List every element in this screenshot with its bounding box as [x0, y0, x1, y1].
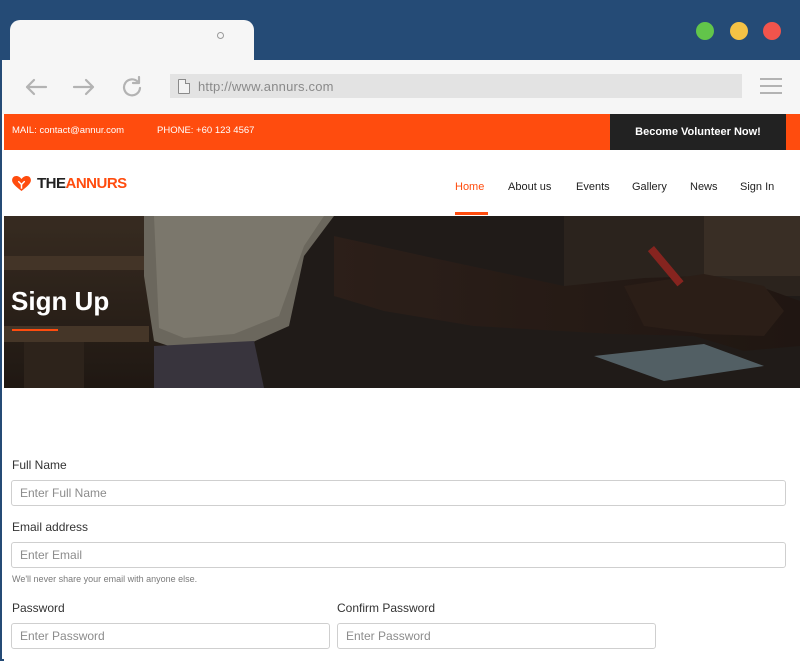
hamburger-menu-icon[interactable] [760, 78, 782, 94]
browser-titlebar [2, 0, 800, 60]
page-title: Sign Up [11, 286, 110, 316]
hero-banner: Sign Up [4, 216, 800, 388]
nav-item-events[interactable]: Events [576, 181, 610, 193]
contact-phone: PHONE: +60 123 4567 [157, 125, 255, 136]
address-url[interactable]: http://www.annurs.com [198, 79, 334, 94]
window-close-button[interactable] [763, 22, 781, 40]
active-nav-indicator [455, 212, 488, 215]
address-bar[interactable]: http://www.annurs.com [170, 74, 742, 98]
full-name-field[interactable] [11, 480, 786, 506]
contact-email: MAIL: contact@annur.com [12, 125, 125, 136]
main-nav: Home About us Events Gallery News Sign I… [4, 150, 800, 216]
title-underline [12, 329, 58, 331]
email-label: Email address [12, 520, 89, 534]
page-icon [178, 78, 190, 94]
arrow-right-icon[interactable] [71, 74, 97, 100]
contact-bar: MAIL: contact@annur.com PHONE: +60 123 4… [4, 114, 800, 150]
browser-toolbar: http://www.annurs.com [2, 60, 800, 114]
password-field[interactable] [11, 623, 330, 649]
become-volunteer-button[interactable]: Become Volunteer Now! [610, 114, 786, 150]
nav-item-sign-in[interactable]: Sign In [740, 181, 774, 193]
reload-icon[interactable] [119, 74, 145, 100]
password-label: Password [12, 601, 65, 615]
tab-close-dot-icon[interactable] [217, 32, 224, 39]
email-field[interactable] [11, 542, 786, 568]
browser-tab[interactable] [10, 20, 254, 60]
browser-window: http://www.annurs.com MAIL: contact@annu… [0, 0, 800, 661]
site-header: THE ANNURS Home About us Events Gallery N… [4, 150, 800, 216]
nav-item-news[interactable]: News [690, 181, 718, 193]
confirm-password-field[interactable] [337, 623, 656, 649]
full-name-label: Full Name [12, 458, 67, 472]
email-help-text: We'll never share your email with anyone… [12, 574, 198, 584]
nav-item-gallery[interactable]: Gallery [632, 181, 667, 193]
confirm-password-label: Confirm Password [337, 601, 436, 615]
hero-background-photo [4, 216, 800, 388]
window-maximize-button[interactable] [696, 22, 714, 40]
arrow-left-icon[interactable] [23, 74, 49, 100]
signup-form: Full Name Email address We'll never shar… [4, 388, 800, 661]
nav-item-about[interactable]: About us [508, 181, 551, 193]
nav-item-home[interactable]: Home [455, 181, 484, 193]
window-minimize-button[interactable] [730, 22, 748, 40]
